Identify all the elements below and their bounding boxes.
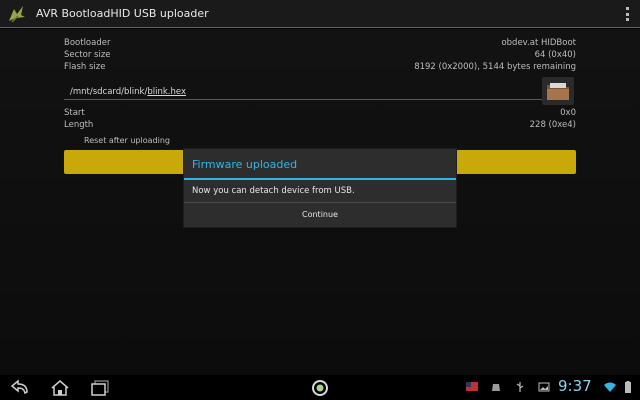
app-title: AVR BootloadHID USB uploader <box>36 7 209 20</box>
dialog-title: Firmware uploaded <box>184 149 456 180</box>
folder-icon <box>547 83 569 100</box>
flag-icon <box>466 382 478 391</box>
battery-icon <box>625 381 631 393</box>
home-icon[interactable] <box>50 379 70 397</box>
start-value: 0x0 <box>560 108 576 118</box>
bootloader-value: obdev.at HIDBoot <box>501 38 576 48</box>
start-row: Start 0x0 <box>64 108 576 120</box>
length-label: Length <box>64 120 94 130</box>
continue-button[interactable]: Continue <box>184 203 456 227</box>
launcher-icon[interactable] <box>310 379 330 397</box>
debug-icon <box>492 384 500 391</box>
bootloader-row: Bootloader obdev.at HIDBoot <box>64 38 576 50</box>
browse-file-button[interactable] <box>542 77 574 105</box>
flash-size-value: 8192 (0x2000), 5144 bytes remaining <box>414 62 576 72</box>
system-bar: 9:37 <box>0 375 640 400</box>
start-label: Start <box>64 108 85 118</box>
flash-size-label: Flash size <box>64 62 106 72</box>
sector-size-label: Sector size <box>64 50 111 60</box>
file-path-name: blink.hex <box>147 87 186 97</box>
clock[interactable]: 9:37 <box>558 377 592 395</box>
flash-size-row: Flash size 8192 (0x2000), 5144 bytes rem… <box>64 62 576 74</box>
back-icon[interactable] <box>10 379 30 397</box>
sector-size-value: 64 (0x40) <box>534 50 576 60</box>
firmware-uploaded-dialog: Firmware uploaded Now you can detach dev… <box>183 148 457 228</box>
dialog-message: Now you can detach device from USB. <box>192 186 355 196</box>
usb-icon <box>516 382 524 392</box>
action-bar: AVR BootloadHID USB uploader <box>0 0 640 28</box>
overflow-menu-icon[interactable] <box>626 7 630 21</box>
file-path-input[interactable]: /mnt/sdcard/blink/blink.hex <box>64 84 544 100</box>
file-path-dir: /mnt/sdcard/blink/ <box>70 87 148 97</box>
app-bird-icon[interactable] <box>6 3 28 25</box>
reset-after-upload-checkbox[interactable]: Reset after uploading <box>84 136 170 145</box>
bootloader-label: Bootloader <box>64 38 111 48</box>
recent-apps-icon[interactable] <box>90 379 110 397</box>
sector-size-row: Sector size 64 (0x40) <box>64 50 576 62</box>
image-icon <box>538 382 550 392</box>
wifi-icon <box>604 382 616 392</box>
length-value: 228 (0xe4) <box>529 120 576 130</box>
length-row: Length 228 (0xe4) <box>64 120 576 132</box>
